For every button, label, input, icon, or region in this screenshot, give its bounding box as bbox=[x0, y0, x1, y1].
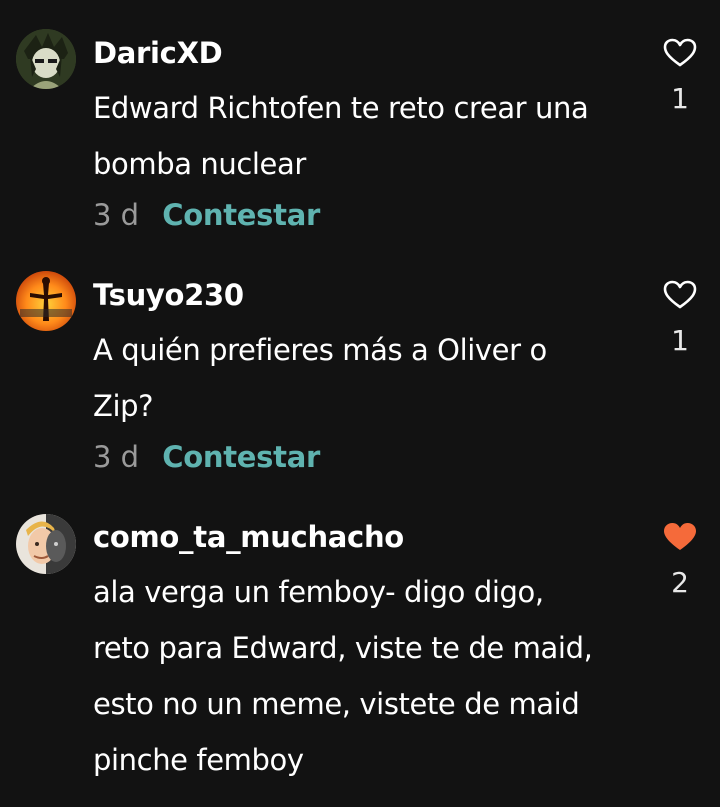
avatar-split-face-icon bbox=[16, 514, 76, 574]
like-control: 1 bbox=[660, 38, 700, 115]
comment-line: Edward Richtofen te reto crear una bbox=[93, 91, 589, 125]
heart-filled-icon[interactable] bbox=[663, 522, 697, 552]
user-avatar[interactable] bbox=[16, 29, 76, 89]
comment-age: 3 d bbox=[93, 440, 140, 474]
comment-meta: 3 d Contestar bbox=[93, 440, 320, 474]
like-count: 1 bbox=[671, 324, 689, 357]
reply-button[interactable]: Contestar bbox=[162, 440, 320, 474]
user-avatar[interactable] bbox=[16, 271, 76, 331]
comment-age: 3 d bbox=[93, 198, 140, 232]
comment-meta: 3 d Contestar bbox=[93, 198, 320, 232]
comment-line: Zip? bbox=[93, 389, 154, 423]
comment-line: ala verga un femboy- digo digo, bbox=[93, 575, 544, 609]
like-count: 1 bbox=[671, 82, 689, 115]
avatar-anime-character-icon bbox=[16, 29, 76, 89]
like-count: 2 bbox=[671, 566, 689, 599]
comment-line: reto para Edward, viste te de maid, bbox=[93, 631, 593, 665]
comment-username[interactable]: Tsuyo230 bbox=[93, 278, 244, 312]
comment-username[interactable]: como_ta_muchacho bbox=[93, 520, 404, 554]
comment-body: ala verga un femboy- digo digo, reto par… bbox=[93, 564, 633, 788]
comment-username[interactable]: DaricXD bbox=[93, 36, 223, 70]
heart-outline-icon[interactable] bbox=[663, 280, 697, 310]
avatar-sunset-figure-icon bbox=[16, 271, 76, 331]
comment-body: A quién prefieres más a Oliver o Zip? bbox=[93, 322, 633, 434]
comment-line: pinche femboy bbox=[93, 743, 304, 777]
reply-button[interactable]: Contestar bbox=[162, 198, 320, 232]
heart-outline-icon[interactable] bbox=[663, 38, 697, 68]
user-avatar[interactable] bbox=[16, 514, 76, 574]
like-control: 1 bbox=[660, 280, 700, 357]
comment-line: esto no un meme, vistete de maid bbox=[93, 687, 580, 721]
comment-line: A quién prefieres más a Oliver o bbox=[93, 333, 547, 367]
comment-body: Edward Richtofen te reto crear una bomba… bbox=[93, 80, 633, 192]
comment-line: bomba nuclear bbox=[93, 147, 306, 181]
like-control: 2 bbox=[660, 522, 700, 599]
